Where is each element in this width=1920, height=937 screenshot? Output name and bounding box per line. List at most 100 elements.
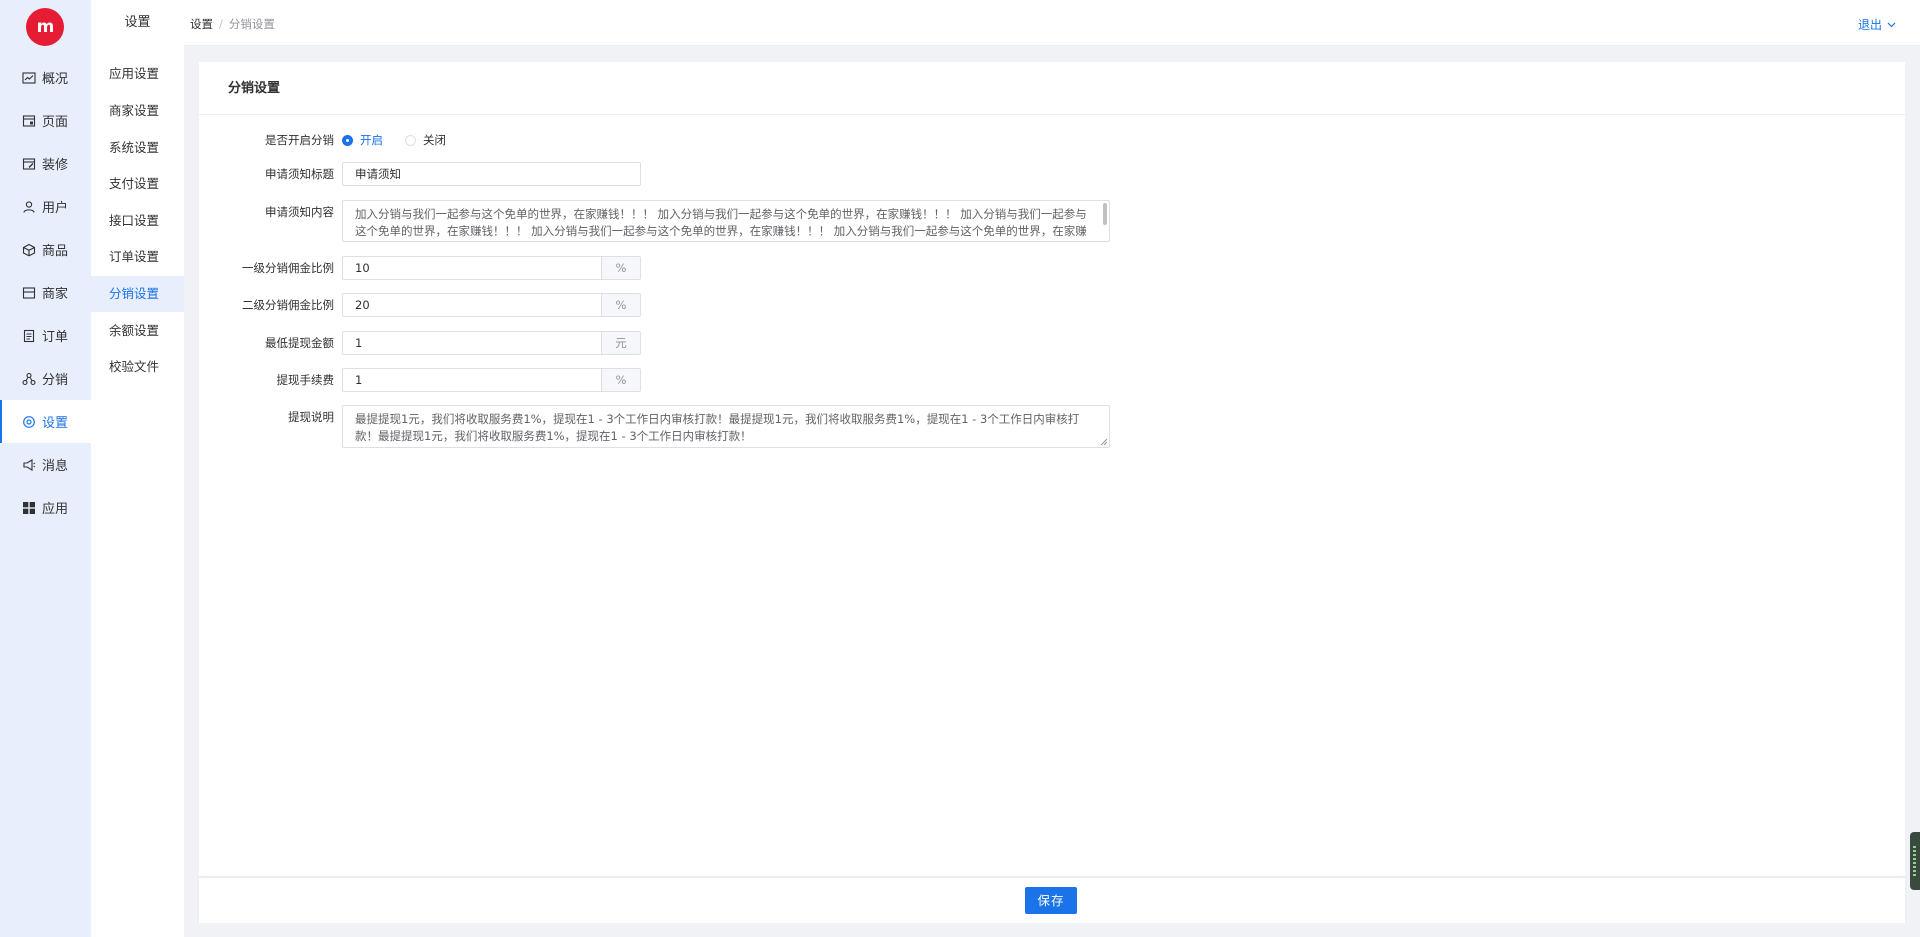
fee-unit: %	[601, 368, 641, 392]
nav-item-overview[interactable]: 概况	[0, 56, 91, 99]
grid-icon	[22, 501, 36, 515]
min-withdraw-row: 最低提现金额 1 元	[199, 331, 641, 355]
save-button[interactable]: 保存	[1025, 887, 1077, 914]
secondary-sidebar-title: 设置	[124, 15, 151, 30]
breadcrumb-separator: /	[219, 17, 223, 31]
enable-label: 是否开启分销	[265, 133, 334, 147]
withdraw-desc-text: 最提提现1元，我们将收取服务费1%，提现在1 - 3个工作日内审核打款！最提提现…	[355, 412, 1080, 443]
nav-label: 商品	[42, 244, 69, 259]
nav-label: 设置	[42, 416, 69, 431]
notice-content-textarea[interactable]: 加入分销与我们一起参与这个免单的世界，在家赚钱！！！ 加入分销与我们一起参与这个…	[342, 200, 1110, 242]
nav-item-pages[interactable]: 页面	[0, 99, 91, 142]
nav-label: 消息	[42, 459, 69, 474]
sub-item-verify-file[interactable]: 校验文件	[91, 349, 184, 385]
breadcrumb-root[interactable]: 设置	[190, 17, 213, 31]
resize-handle-icon[interactable]	[1100, 438, 1108, 446]
level1-unit: %	[601, 256, 641, 280]
app-logo[interactable]: m	[26, 8, 64, 46]
primary-sidebar: m 概况 页面 装修 用户 商品 商家 订单 分销 设置 消息 应用	[0, 0, 91, 937]
withdraw-desc-textarea[interactable]: 最提提现1元，我们将收取服务费1%，提现在1 - 3个工作日内审核打款！最提提现…	[342, 405, 1110, 448]
sub-item-merchant-settings[interactable]: 商家设置	[91, 93, 184, 129]
level2-input[interactable]: 20	[342, 293, 601, 317]
min-withdraw-input-group: 1 元	[342, 331, 641, 355]
notice-content-row: 申请须知内容 加入分销与我们一起参与这个免单的世界，在家赚钱！！！ 加入分销与我…	[199, 200, 1110, 242]
sub-item-distribution-settings[interactable]: 分销设置	[91, 276, 184, 312]
sub-item-payment-settings[interactable]: 支付设置	[91, 166, 184, 202]
withdraw-desc-label: 提现说明	[288, 410, 334, 424]
box-icon	[22, 243, 36, 257]
nav-item-messages[interactable]: 消息	[0, 443, 91, 486]
sub-item-balance-settings[interactable]: 余额设置	[91, 313, 184, 349]
level1-input[interactable]: 10	[342, 256, 601, 280]
min-withdraw-unit: 元	[601, 331, 641, 355]
sub-item-api-settings[interactable]: 接口设置	[91, 203, 184, 239]
notice-title-input[interactable]: 申请须知	[342, 162, 641, 186]
logout-label: 退出	[1857, 18, 1882, 32]
scrollbar-thumb[interactable]	[1103, 203, 1107, 225]
nav-label: 分销	[42, 373, 69, 388]
fee-input[interactable]: 1	[342, 368, 601, 392]
nav-label: 装修	[42, 158, 69, 173]
breadcrumb: 设置 / 分销设置	[190, 16, 275, 32]
level2-row: 二级分销佣金比例 20 %	[199, 293, 641, 317]
radio-enable-off[interactable]: 关闭	[405, 128, 446, 152]
store-icon	[22, 286, 36, 300]
secondary-sidebar: 设置 应用设置 商家设置 系统设置 支付设置 接口设置 订单设置 分销设置 余额…	[91, 0, 184, 937]
nav-item-goods[interactable]: 商品	[0, 228, 91, 271]
settings-icon	[22, 415, 36, 429]
fee-input-group: 1 %	[342, 368, 641, 392]
top-header: 设置 / 分销设置 退出	[184, 0, 1920, 46]
distribution-settings-card: 分销设置 是否开启分销 开启 关闭 申请须知标题 申请须知 申请须知内容 加入分…	[199, 62, 1905, 876]
level2-input-group: 20 %	[342, 293, 641, 317]
nav-label: 概况	[42, 72, 69, 87]
radio-dot-unchecked	[405, 134, 416, 146]
radio-label: 开启	[360, 133, 383, 147]
footer-bar: 保存	[199, 877, 1905, 923]
nav-item-orders[interactable]: 订单	[0, 314, 91, 357]
nav-item-settings[interactable]: 设置	[0, 400, 91, 443]
user-icon	[22, 200, 36, 214]
notice-title-row: 申请须知标题 申请须知	[199, 162, 641, 186]
enable-radio-group: 开启 关闭	[342, 128, 468, 152]
min-withdraw-input[interactable]: 1	[342, 331, 601, 355]
notice-title-label: 申请须知标题	[265, 167, 334, 181]
megaphone-icon	[22, 458, 36, 472]
level2-label: 二级分销佣金比例	[242, 298, 334, 312]
level1-row: 一级分销佣金比例 10 %	[199, 256, 641, 280]
nav-label: 页面	[42, 115, 69, 130]
breadcrumb-current: 分销设置	[228, 17, 275, 31]
card-title: 分销设置	[199, 62, 1905, 115]
nav-label: 订单	[42, 330, 69, 345]
nav-item-merchant[interactable]: 商家	[0, 271, 91, 314]
floating-widget[interactable]	[1910, 832, 1920, 890]
nav-item-apps[interactable]: 应用	[0, 486, 91, 529]
enable-row: 是否开启分销 开启 关闭	[199, 128, 468, 152]
sub-item-app-settings[interactable]: 应用设置	[91, 56, 184, 92]
radio-label: 关闭	[423, 133, 446, 147]
nav-item-distribution[interactable]: 分销	[0, 357, 91, 400]
level1-label: 一级分销佣金比例	[242, 261, 334, 275]
withdraw-desc-row: 提现说明 最提提现1元，我们将收取服务费1%，提现在1 - 3个工作日内审核打款…	[199, 405, 1110, 448]
nav-item-decorate[interactable]: 装修	[0, 142, 91, 185]
fee-row: 提现手续费 1 %	[199, 368, 641, 392]
radio-enable-on[interactable]: 开启	[342, 128, 383, 152]
nav-label: 商家	[42, 287, 69, 302]
nav-item-users[interactable]: 用户	[0, 185, 91, 228]
share-icon	[22, 372, 36, 386]
fee-label: 提现手续费	[276, 373, 335, 387]
chart-icon	[22, 71, 36, 85]
chevron-down-icon	[1887, 22, 1896, 28]
level2-unit: %	[601, 293, 641, 317]
nav-label: 用户	[42, 201, 69, 216]
logout-button[interactable]: 退出	[1858, 16, 1896, 33]
nav-label: 应用	[42, 502, 69, 517]
min-withdraw-label: 最低提现金额	[265, 336, 334, 350]
level1-input-group: 10 %	[342, 256, 641, 280]
decorate-icon	[22, 157, 36, 171]
radio-dot-checked	[342, 134, 353, 146]
sub-item-system-settings[interactable]: 系统设置	[91, 130, 184, 166]
sub-item-order-settings[interactable]: 订单设置	[91, 239, 184, 275]
notice-content-label: 申请须知内容	[265, 205, 334, 219]
order-icon	[22, 329, 36, 343]
page-icon	[22, 114, 36, 128]
